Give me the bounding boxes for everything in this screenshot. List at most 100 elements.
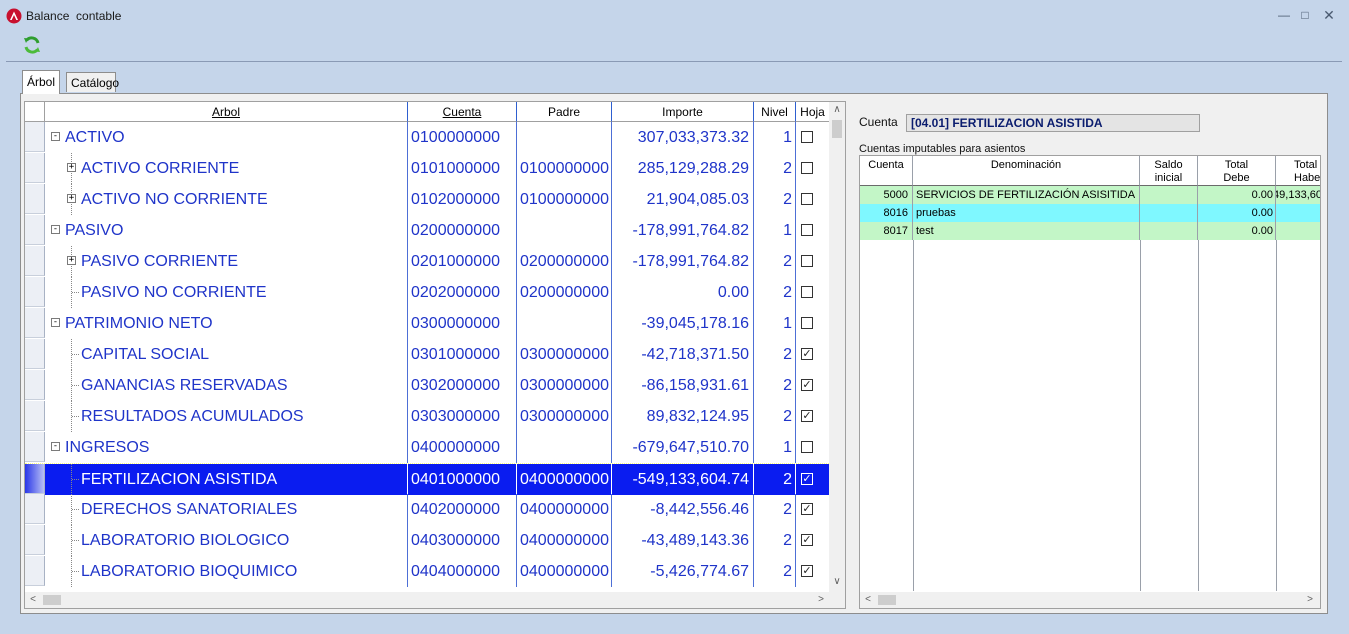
tree-row[interactable]: + PASIVO CORRIENTE 0201000000 0200000000 -17… (25, 246, 829, 277)
account-tree-grid[interactable]: Arbol Cuenta Padre Importe Nivel Hoja -A… (24, 101, 846, 609)
cell-arbol[interactable]: + ACTIVO CORRIENTE (45, 153, 408, 184)
cell-arbol[interactable]: DERECHOS SANATORIALES (45, 494, 408, 525)
cell-importe[interactable]: -5,426,774.67 (612, 556, 754, 587)
tree-row[interactable]: - INGRESOS 0400000000 -679,647,510.70 1 (25, 432, 829, 463)
row-selector[interactable] (25, 122, 45, 152)
cell-nivel[interactable]: 2 (754, 153, 796, 184)
hoja-checkbox[interactable] (801, 286, 813, 298)
minimize-icon[interactable]: — (1274, 6, 1294, 24)
row-selector[interactable] (25, 246, 45, 276)
row-selector[interactable] (25, 464, 45, 494)
hoja-checkbox[interactable] (801, 255, 813, 267)
tab-catalogo[interactable]: Catálogo (66, 72, 119, 92)
cell-hoja[interactable]: ✓ (796, 464, 829, 495)
cell-importe[interactable]: -42,718,371.50 (612, 339, 754, 370)
cell-total-haber[interactable] (1276, 204, 1320, 222)
cell-total-debe[interactable]: 0.00 (1198, 204, 1276, 222)
cell-hoja[interactable]: ✓ (796, 494, 829, 525)
scroll-left-icon[interactable]: < (27, 594, 39, 605)
tree-row[interactable]: GANANCIAS RESERVADAS 0302000000 0300000000… (25, 370, 829, 401)
detail-row[interactable]: 5000 SERVICIOS DE FERTILIZACIÓN ASISITIDA… (860, 186, 1320, 204)
cell-hoja[interactable] (796, 122, 829, 153)
cell-importe[interactable]: -178,991,764.82 (612, 246, 754, 277)
cell-arbol[interactable]: + PASIVO CORRIENTE (45, 246, 408, 277)
collapse-icon[interactable]: - (51, 318, 60, 327)
cell-cuenta[interactable]: 0403000000 (408, 525, 517, 556)
horizontal-scrollbar[interactable]: < > (860, 592, 1320, 608)
row-selector[interactable] (25, 184, 45, 214)
cell-arbol[interactable]: CAPITAL SOCIAL (45, 339, 408, 370)
tree-row[interactable]: - PASIVO 0200000000 -178,991,764.82 1 (25, 215, 829, 246)
tree-row[interactable]: - ACTIVO 0100000000 307,033,373.32 1 (25, 122, 829, 153)
detail-row[interactable]: 8017 test 0.00 (860, 222, 1320, 240)
cell-cuenta[interactable]: 5000 (860, 186, 913, 204)
cell-padre[interactable] (517, 432, 612, 463)
cell-arbol[interactable]: - PASIVO (45, 215, 408, 246)
cell-arbol[interactable]: - INGRESOS (45, 432, 408, 463)
cell-importe[interactable]: 307,033,373.32 (612, 122, 754, 153)
cell-padre[interactable]: 0100000000 (517, 153, 612, 184)
cell-nivel[interactable]: 2 (754, 401, 796, 432)
expand-icon[interactable]: + (67, 163, 76, 172)
cell-nivel[interactable]: 2 (754, 370, 796, 401)
cell-padre[interactable]: 0200000000 (517, 277, 612, 308)
tree-row[interactable]: LABORATORIO BIOLOGICO 0403000000 040000000… (25, 525, 829, 556)
cell-cuenta[interactable]: 0301000000 (408, 339, 517, 370)
cell-importe[interactable]: 285,129,288.29 (612, 153, 754, 184)
cell-arbol[interactable]: - ACTIVO (45, 122, 408, 153)
cell-hoja[interactable] (796, 432, 829, 463)
imputable-accounts-grid[interactable]: Cuenta Denominación Saldo inicial Total … (859, 155, 1321, 609)
cell-cuenta[interactable]: 0101000000 (408, 153, 517, 184)
cell-arbol[interactable]: - PATRIMONIO NETO (45, 308, 408, 339)
cell-arbol[interactable]: LABORATORIO BIOQUIMICO (45, 556, 408, 587)
tree-row[interactable]: LABORATORIO BIOQUIMICO 0404000000 04000000… (25, 556, 829, 587)
cell-arbol[interactable]: FERTILIZACION ASISTIDA (45, 464, 408, 495)
cell-cuenta[interactable]: 0402000000 (408, 494, 517, 525)
cell-cuenta[interactable]: 0400000000 (408, 432, 517, 463)
hoja-checkbox[interactable] (801, 224, 813, 236)
row-selector[interactable] (25, 401, 45, 431)
cell-nivel[interactable]: 1 (754, 308, 796, 339)
hoja-checkbox[interactable]: ✓ (801, 565, 813, 577)
cell-nivel[interactable]: 2 (754, 464, 796, 495)
cell-hoja[interactable]: ✓ (796, 370, 829, 401)
cell-total-debe[interactable]: 0.00 (1198, 222, 1276, 240)
cell-importe[interactable]: -178,991,764.82 (612, 215, 754, 246)
collapse-icon[interactable]: - (51, 442, 60, 451)
hoja-checkbox[interactable]: ✓ (801, 503, 813, 515)
hoja-checkbox[interactable]: ✓ (801, 410, 813, 422)
row-selector[interactable] (25, 494, 45, 524)
cell-saldo-inicial[interactable] (1140, 186, 1198, 204)
cell-hoja[interactable] (796, 308, 829, 339)
hoja-checkbox[interactable] (801, 131, 813, 143)
cell-padre[interactable]: 0400000000 (517, 464, 612, 495)
cell-cuenta[interactable]: 0201000000 (408, 246, 517, 277)
scroll-left-icon[interactable]: < (862, 594, 874, 605)
cell-padre[interactable]: 0300000000 (517, 339, 612, 370)
cell-padre[interactable]: 0400000000 (517, 525, 612, 556)
cell-padre[interactable]: 0300000000 (517, 401, 612, 432)
cell-padre[interactable]: 0400000000 (517, 494, 612, 525)
cell-padre[interactable]: 0200000000 (517, 246, 612, 277)
column-header-saldo-inicial[interactable]: Saldo inicial (1140, 156, 1198, 186)
cell-padre[interactable]: 0400000000 (517, 556, 612, 587)
tree-row[interactable]: CAPITAL SOCIAL 0301000000 0300000000 -42,71… (25, 339, 829, 370)
collapse-icon[interactable]: - (51, 225, 60, 234)
cell-arbol[interactable]: LABORATORIO BIOLOGICO (45, 525, 408, 556)
column-header-hoja[interactable]: Hoja (796, 102, 829, 122)
cell-padre[interactable] (517, 308, 612, 339)
hoja-checkbox[interactable] (801, 162, 813, 174)
row-selector[interactable] (25, 525, 45, 555)
cell-cuenta[interactable]: 0100000000 (408, 122, 517, 153)
expand-icon[interactable]: + (67, 256, 76, 265)
cell-cuenta[interactable]: 8016 (860, 204, 913, 222)
cell-hoja[interactable]: ✓ (796, 556, 829, 587)
hoja-checkbox[interactable] (801, 441, 813, 453)
cell-importe[interactable]: 0.00 (612, 277, 754, 308)
cell-importe[interactable]: 89,832,124.95 (612, 401, 754, 432)
cell-cuenta[interactable]: 0102000000 (408, 184, 517, 215)
cell-nivel[interactable]: 1 (754, 122, 796, 153)
row-selector[interactable] (25, 370, 45, 400)
cell-padre[interactable] (517, 215, 612, 246)
row-selector[interactable] (25, 432, 45, 462)
